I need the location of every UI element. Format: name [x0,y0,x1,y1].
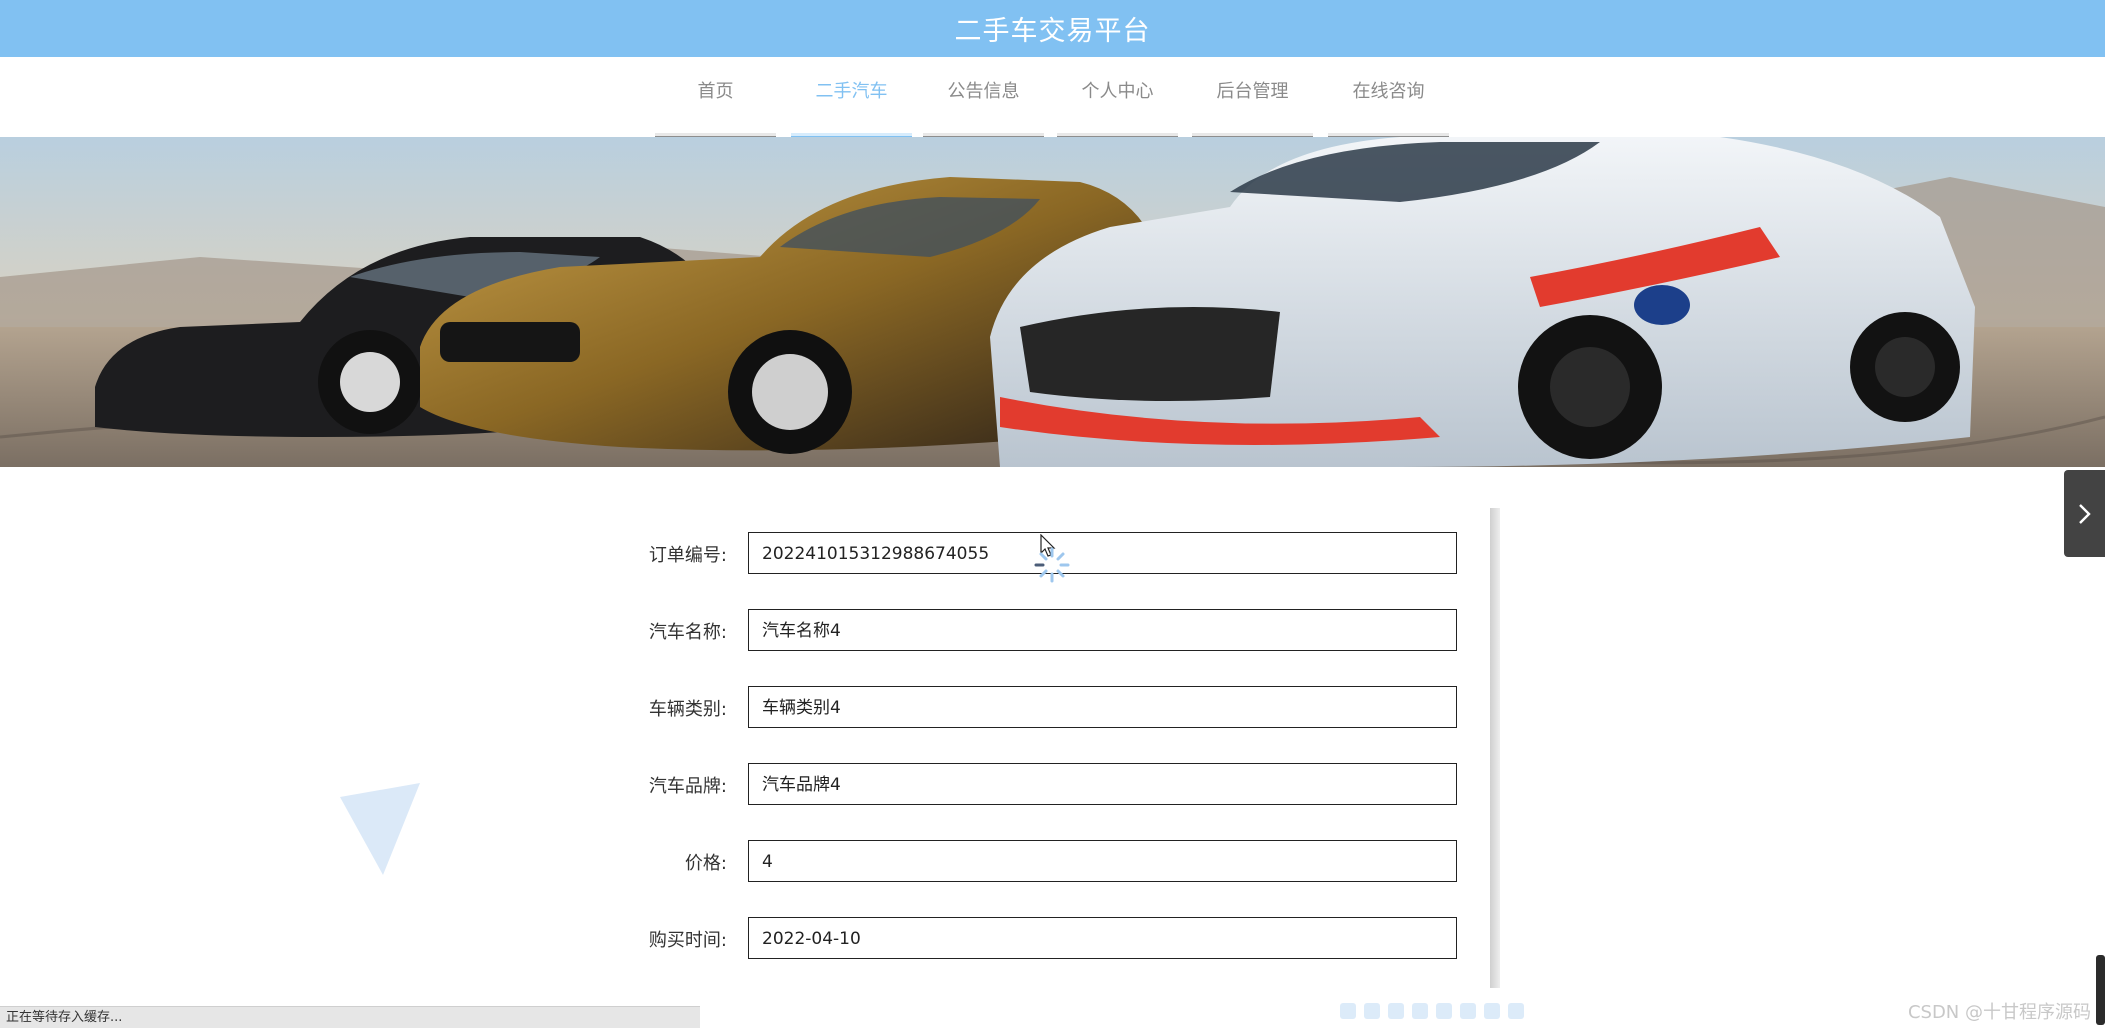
browser-status-bar: 正在等待存入缓存... [0,1006,700,1028]
toolbar-icon[interactable] [1460,1003,1476,1019]
toolbar-icon[interactable] [1340,1003,1356,1019]
toolbar-icon[interactable] [1388,1003,1404,1019]
purchase-time-label: 购买时间: [648,930,727,951]
toolbar-icon[interactable] [1484,1003,1500,1019]
price-field[interactable]: 4 [748,840,1457,882]
price-label: 价格: [684,853,727,874]
car-brand-field[interactable]: 汽车品牌4 [748,763,1457,805]
watermark-text: CSDN @十甘程序源码 [1907,1002,2091,1023]
nav-item-label: 在线咨询 [1352,81,1425,102]
vehicle-category-field[interactable]: 车辆类别4 [748,686,1457,728]
toolbar-icon[interactable] [1508,1003,1524,1019]
nav-item-label: 二手汽车 [815,81,888,102]
car-name-label: 汽车名称: [648,622,727,643]
site-title: 二手车交易平台 [954,16,1151,47]
chevron-right-icon [2078,503,2091,524]
order-number-field[interactable]: 202241015312988674055 [748,532,1457,574]
scrollbar-thumb[interactable] [2096,955,2105,1025]
form-panel-shadow [1490,508,1500,988]
toolbar-icon[interactable] [1412,1003,1428,1019]
loading-spinner-icon [1034,547,1070,583]
toolbar-icon[interactable] [1436,1003,1452,1019]
side-expand-button[interactable] [2064,470,2105,557]
nav-item-label: 公告信息 [947,81,1020,102]
car-name-field[interactable]: 汽车名称4 [748,609,1457,651]
order-number-label: 订单编号: [648,545,727,566]
header-bar: 二手车交易平台 [0,0,2105,57]
vehicle-category-label: 车辆类别: [648,699,727,720]
nav-item-label: 首页 [697,81,734,102]
nav-item-label: 个人中心 [1081,81,1154,102]
nav-item-label: 后台管理 [1216,81,1289,102]
main-nav: 首页 二手汽车 公告信息 个人中心 后台管理 在线咨询 [0,57,2105,145]
toolbar-icon[interactable] [1364,1003,1380,1019]
sports-cars-illustration [0,137,2105,467]
decorative-triangle-icon [340,783,420,875]
floating-toolbar [1340,1003,1524,1025]
car-brand-label: 汽车品牌: [648,776,727,797]
purchase-time-field[interactable]: 2022-04-10 [748,917,1457,959]
banner-image [0,137,2105,467]
